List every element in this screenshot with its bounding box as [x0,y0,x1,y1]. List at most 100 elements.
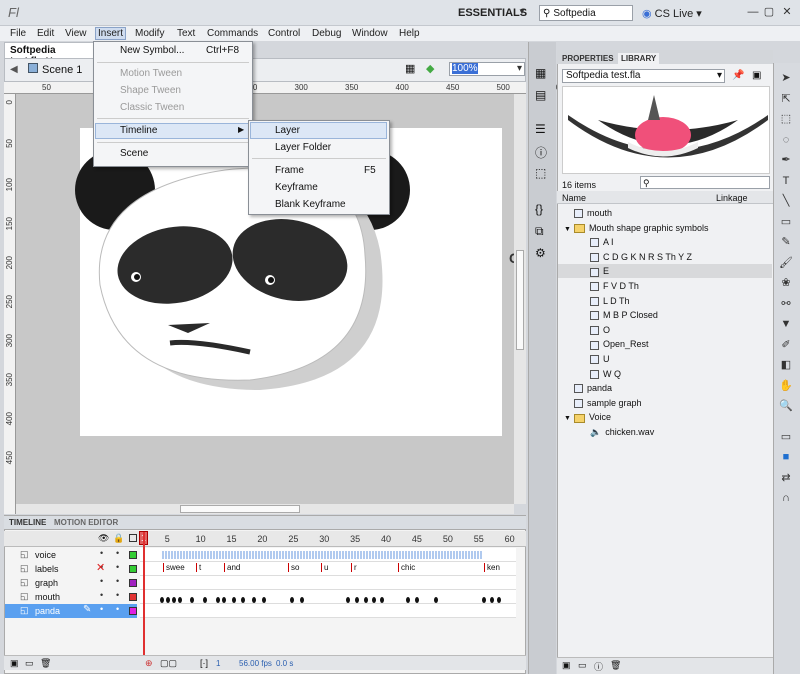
keyframe[interactable] [203,597,207,603]
maximize-icon[interactable]: ▢ [760,4,778,20]
lasso-icon[interactable]: ◌ [778,132,794,148]
menu-file[interactable]: File [10,28,26,39]
eyedropper-icon[interactable]: ✐ [778,337,794,353]
properties-icon[interactable]: ⓘ [594,660,603,673]
tab-properties[interactable]: PROPERTIES [562,54,614,63]
lock-dot[interactable]: • [116,576,119,586]
new-folder-icon[interactable]: ▭ [578,660,587,671]
transform-icon[interactable]: ⬚ [535,166,546,180]
submenu-item-blank-keyframe[interactable]: Blank Keyframe [275,199,346,210]
new-library-icon[interactable]: ▣ [752,70,761,81]
eraser-icon[interactable]: ◧ [778,357,794,373]
keyframe[interactable] [262,597,266,603]
eye-icon[interactable]: 👁 [98,533,109,544]
library-item[interactable]: O [558,323,772,337]
menu-control[interactable]: Control [268,28,300,39]
expand-arrow-icon[interactable]: ▼ [564,226,571,233]
lock-dot[interactable]: • [116,590,119,600]
document-tab[interactable]: Softpedia test.fla ✕ [4,42,94,67]
horizontal-scroll-thumb[interactable] [180,505,300,513]
rectangle-icon[interactable]: ▭ [778,214,794,230]
chevron-down-icon[interactable]: ▼ [518,7,526,16]
keyframe[interactable] [380,597,384,603]
layer-color-swatch[interactable] [129,565,137,573]
submenu-item-layer-folder[interactable]: Layer Folder [275,142,331,153]
layer-color-swatch[interactable] [129,607,137,615]
free-transform-icon[interactable]: ⬚ [778,111,794,127]
menu-text[interactable]: Text [177,28,195,39]
new-symbol-icon[interactable]: ▣ [562,660,571,671]
snap-icon[interactable]: ∩ [778,490,794,506]
visibility-dot[interactable]: • [100,590,103,600]
keyframe[interactable] [497,597,501,603]
keyframe[interactable] [166,597,170,603]
zoom-icon[interactable]: 🔍 [778,398,794,414]
hidden-x-icon[interactable]: ✕ [96,561,105,574]
info-icon[interactable]: ⓘ [535,144,547,161]
layer-frames-graph[interactable] [140,576,516,590]
keyframe[interactable] [241,597,245,603]
brush-icon[interactable]: 🖌 [778,255,794,271]
menu-window[interactable]: Window [352,28,388,39]
lock-icon[interactable]: 🔒 [113,533,124,544]
keyframe[interactable] [372,597,376,603]
hand-icon[interactable]: ✋ [778,378,794,394]
visibility-dot[interactable]: • [100,576,103,586]
tab-library[interactable]: LIBRARY [618,53,660,64]
align-icon[interactable]: ☰ [535,122,546,136]
fill-color-icon[interactable]: ■ [778,449,794,465]
delete-icon[interactable]: 🗑 [610,660,621,671]
delete-layer-icon[interactable]: 🗑 [40,658,51,669]
keyframe[interactable] [364,597,368,603]
vertical-scroll-thumb[interactable] [516,250,524,350]
expand-arrow-icon[interactable]: ▼ [564,415,571,422]
deco-icon[interactable]: ❀ [778,275,794,291]
keyframe[interactable] [355,597,359,603]
submenu-item-frame[interactable]: Frame [275,165,304,176]
library-item[interactable]: ▼ Voice [558,410,772,424]
zoom-select[interactable]: 100% ▾ [449,62,525,76]
lock-dot[interactable]: • [116,604,119,614]
menu-help[interactable]: Help [399,28,420,39]
text-icon[interactable]: T [778,173,794,189]
back-arrow-icon[interactable]: ◀ [10,64,18,75]
library-search-input[interactable]: ⚲ [640,176,770,189]
layer-frames-mouth[interactable] [140,590,516,604]
outline-icon[interactable] [129,534,137,542]
tab-timeline[interactable]: TIMELINE [9,518,46,527]
keyframe[interactable] [434,597,438,603]
new-layer-icon[interactable]: ▣ [10,658,19,669]
swatches-icon[interactable]: ▤ [535,88,546,102]
keyframe[interactable] [178,597,182,603]
library-item[interactable]: mouth [558,206,772,220]
keyframe[interactable] [482,597,486,603]
menu-edit[interactable]: Edit [37,28,54,39]
menu-view[interactable]: View [65,28,87,39]
submenu-item-layer[interactable]: Layer [275,125,300,136]
keyframe[interactable] [346,597,350,603]
library-item[interactable]: A I [558,235,772,249]
library-item[interactable]: F V D Th [558,279,772,293]
menu-modify[interactable]: Modify [135,28,164,39]
library-item[interactable]: M B P Closed [558,308,772,322]
library-item[interactable]: C D G K N R S Th Y Z [558,250,772,264]
selection-icon[interactable]: ➤ [778,70,794,86]
paint-bucket-icon[interactable]: ▼ [778,316,794,332]
new-folder-icon[interactable]: ▭ [25,658,34,669]
pen-icon[interactable]: ✒ [778,152,794,168]
library-item[interactable]: sample graph [558,396,772,410]
library-item[interactable]: L D Th [558,294,772,308]
onion-skin-icon[interactable]: ▢▢ [160,658,177,669]
motion-presets-icon[interactable]: ⚙ [535,246,546,260]
keyframe[interactable] [415,597,419,603]
line-icon[interactable]: ╲ [778,193,794,209]
column-name[interactable]: Name [562,193,586,203]
library-item[interactable]: Open_Rest [558,337,772,351]
keyframe[interactable] [252,597,256,603]
playhead[interactable] [143,532,145,662]
library-item[interactable]: U [558,352,772,366]
library-document-select[interactable]: Softpedia test.fla ▾ [562,69,725,83]
stroke-color-icon[interactable]: ▭ [778,429,794,445]
visibility-dot[interactable]: • [100,548,103,558]
menu-item-scene[interactable]: Scene [120,148,148,159]
